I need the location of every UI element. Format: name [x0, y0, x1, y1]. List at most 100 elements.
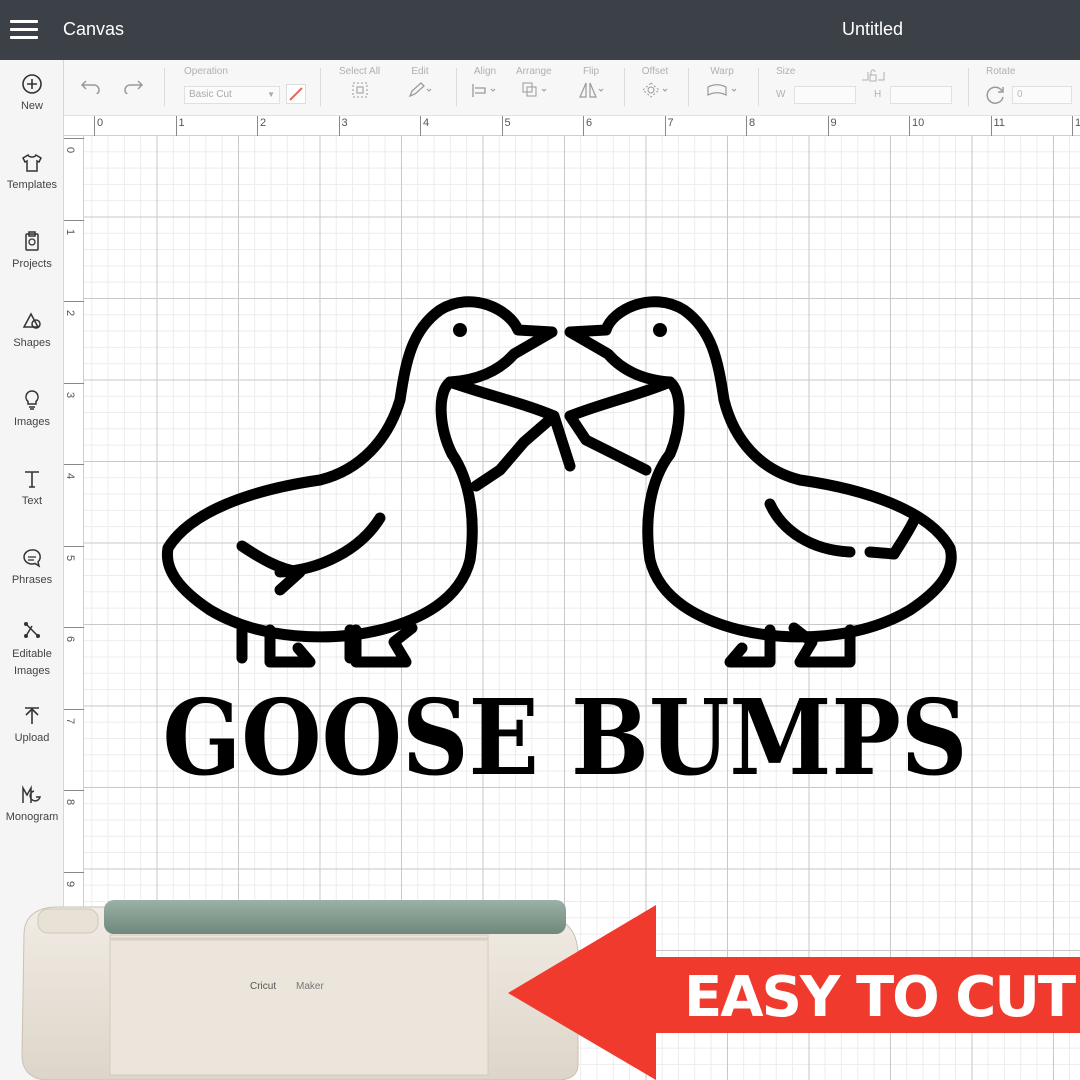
- right-goose-wing: [764, 498, 922, 560]
- ruler-tick: [64, 301, 84, 302]
- right-goose-eye: [653, 323, 667, 337]
- operation-select[interactable]: Basic Cut ▼: [184, 86, 280, 104]
- ruler-number: 2: [64, 309, 77, 317]
- select-all-icon: [352, 82, 368, 98]
- align-label: Align: [473, 66, 497, 77]
- toolbar-divider: [320, 68, 321, 106]
- sidebar-item-label: New: [20, 100, 43, 112]
- align-button[interactable]: Align: [470, 66, 500, 102]
- shapes-icon: [22, 312, 41, 329]
- ruler-number: 0: [64, 146, 77, 154]
- ruler-tick: [64, 219, 84, 221]
- left-goose-wing: [236, 512, 386, 596]
- sidebar-item-projects[interactable]: Projects: [0, 230, 64, 270]
- menu-icon[interactable]: [10, 20, 38, 40]
- ruler-tick: [501, 116, 503, 136]
- toolbar-divider: [456, 68, 457, 106]
- rotate-icon: [986, 86, 1004, 104]
- ruler-number: 9: [64, 880, 77, 887]
- size-label: Size: [776, 66, 796, 77]
- editable-images-icon: [24, 622, 40, 638]
- goose-design-artwork[interactable]: [150, 290, 980, 690]
- toolbar-divider: [624, 68, 625, 106]
- toolbar-divider: [758, 68, 759, 106]
- top-bar: Canvas Untitled: [0, 0, 1080, 60]
- text-icon: [25, 471, 39, 488]
- select-all-button[interactable]: Select All: [339, 66, 380, 102]
- goose-bumps-text[interactable]: GOOSE BUMPS: [150, 682, 980, 792]
- sidebar-item-label: Text: [21, 495, 43, 507]
- ruler-number: 4: [64, 472, 77, 480]
- warp-button[interactable]: Warp: [704, 66, 740, 102]
- sidebar-item-label: Projects: [12, 258, 52, 270]
- ruler-number: 12: [1075, 117, 1080, 129]
- operation-label: Operation: [184, 66, 228, 77]
- ruler-tick: [64, 464, 84, 465]
- flip-label: Flip: [582, 66, 600, 77]
- select-all-label: Select All: [339, 66, 381, 77]
- ruler-tick: [64, 871, 84, 873]
- machine-model-text: Maker: [296, 981, 324, 992]
- pen-icon: [289, 87, 303, 101]
- sidebar-item-label: Monogram: [5, 811, 59, 823]
- tshirt-icon: [22, 153, 42, 172]
- offset-icon: [642, 82, 668, 98]
- flip-button[interactable]: Flip: [576, 66, 606, 102]
- ruler-tick: [64, 790, 84, 791]
- sidebar-item-label: Phrases: [11, 574, 53, 586]
- sidebar-item-editable-images[interactable]: Editable Images: [0, 618, 64, 680]
- sidebar-item-monogram[interactable]: Monogram: [0, 783, 64, 823]
- ruler-tick: [64, 627, 84, 628]
- lock-icon[interactable]: [860, 68, 886, 86]
- rotate-group: Rotate: [986, 66, 1015, 77]
- headline-text: GOOSE BUMPS: [163, 682, 968, 792]
- edit-pencil-icon: [408, 82, 432, 98]
- ruler-tick: [827, 116, 829, 136]
- left-goose-eye: [453, 323, 467, 337]
- sidebar-item-images[interactable]: Images: [0, 388, 64, 428]
- ruler-tick: [909, 116, 910, 136]
- edit-button[interactable]: Edit: [407, 66, 433, 102]
- ruler-number: 6: [64, 635, 77, 643]
- ruler-number: 10: [912, 117, 925, 129]
- sidebar-item-upload[interactable]: Upload: [0, 704, 64, 744]
- app-title: Canvas: [63, 19, 125, 39]
- ruler-number: 9: [830, 117, 837, 129]
- undo-icon: [80, 80, 100, 96]
- sidebar-item-label: Images: [13, 416, 51, 428]
- ruler-tick: [257, 116, 258, 136]
- ruler-tick: [64, 545, 84, 547]
- color-swatch[interactable]: [286, 84, 306, 104]
- warp-icon: [707, 84, 737, 96]
- ruler-number: 5: [64, 554, 77, 561]
- rotate-label: Rotate: [986, 66, 1016, 77]
- sidebar-item-templates[interactable]: Templates: [0, 151, 64, 191]
- redo-button[interactable]: [122, 78, 144, 97]
- offset-button[interactable]: Offset: [640, 66, 670, 102]
- ruler-tick: [583, 116, 584, 136]
- arrange-button[interactable]: Arrange: [516, 66, 552, 102]
- sidebar-item-label: Upload: [14, 732, 50, 744]
- ruler-number: 8: [64, 798, 77, 806]
- height-input[interactable]: [890, 86, 952, 104]
- sidebar-item-label: Templates: [6, 179, 58, 191]
- plus-circle-icon: [22, 74, 42, 94]
- projects-icon: [25, 231, 39, 251]
- sidebar-item-shapes[interactable]: Shapes: [0, 309, 64, 349]
- machine-brand-text: Cricut: [250, 981, 276, 992]
- ruler-tick: [990, 116, 992, 136]
- align-icon: [472, 84, 496, 97]
- document-title[interactable]: Untitled: [720, 19, 1025, 40]
- edit-toolbar: Operation Basic Cut ▼ Select All Edit Al…: [64, 60, 1080, 116]
- sidebar-item-phrases[interactable]: Phrases: [0, 546, 64, 586]
- operation-group: Operation: [184, 66, 228, 77]
- undo-button[interactable]: [80, 78, 102, 97]
- toolbar-divider: [968, 68, 969, 106]
- arrange-label: Arrange: [516, 66, 552, 77]
- rotate-input[interactable]: 0: [1012, 86, 1072, 104]
- sidebar-item-new[interactable]: New: [0, 72, 64, 112]
- ruler-number: 6: [586, 117, 593, 129]
- upload-icon: [25, 707, 39, 724]
- sidebar-item-text[interactable]: Text: [0, 467, 64, 507]
- width-input[interactable]: [794, 86, 856, 104]
